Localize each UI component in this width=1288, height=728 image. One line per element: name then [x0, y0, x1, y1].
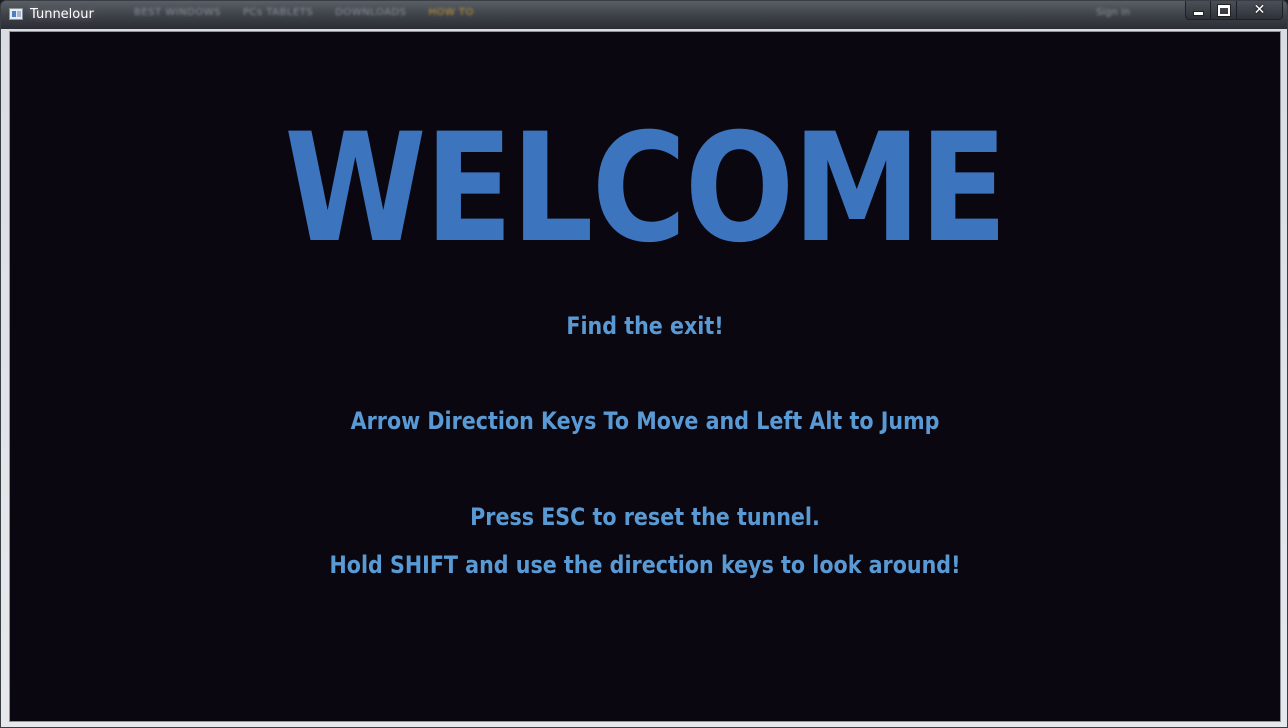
background-menu: BEST WINDOWS PCs TABLETS DOWNLOADS HOW T… — [134, 7, 474, 18]
maximize-icon — [1217, 4, 1230, 16]
maximize-button[interactable] — [1211, 1, 1237, 20]
close-button[interactable]: ✕ — [1237, 1, 1283, 20]
minimize-icon — [1193, 11, 1203, 15]
background-menu-item: PCs TABLETS — [242, 7, 314, 18]
instruction-find-exit: Find the exit! — [566, 312, 724, 340]
window-title: Tunnelour — [30, 7, 94, 22]
background-signin: Sign in — [1096, 7, 1131, 18]
background-menu-item: HOW TO — [428, 7, 474, 18]
background-menu-item: DOWNLOADS — [335, 7, 407, 18]
app-window: Tunnelour BEST WINDOWS PCs TABLETS DOWNL… — [0, 0, 1288, 728]
instruction-move-jump: Arrow Direction Keys To Move and Left Al… — [350, 407, 940, 435]
background-menu-item: BEST WINDOWS — [134, 7, 221, 18]
welcome-heading: WELCOME — [284, 102, 1007, 276]
game-viewport[interactable]: WELCOME Find the exit! Arrow Direction K… — [9, 31, 1281, 722]
title-bar[interactable]: Tunnelour BEST WINDOWS PCs TABLETS DOWNL… — [1, 1, 1287, 29]
instruction-reset: Press ESC to reset the tunnel. — [470, 503, 820, 531]
caption-buttons: ✕ — [1185, 1, 1283, 21]
minimize-button[interactable] — [1185, 1, 1211, 20]
app-icon[interactable] — [9, 8, 23, 20]
instruction-look-around: Hold SHIFT and use the direction keys to… — [329, 551, 961, 579]
close-icon: ✕ — [1253, 2, 1266, 18]
